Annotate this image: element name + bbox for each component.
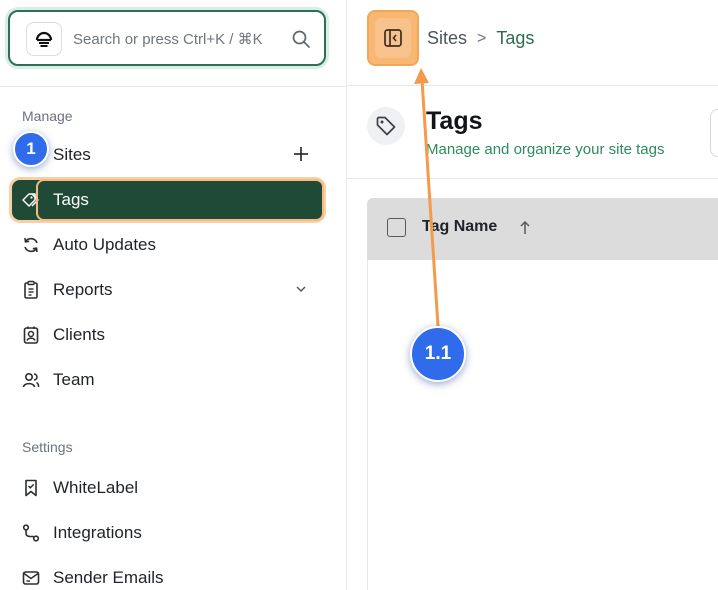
sidebar: Manage Sites Tags (0, 0, 347, 590)
page-title: Tags (426, 107, 483, 135)
sidebar-item-reports[interactable]: Reports (12, 270, 323, 310)
sidebar-item-label: Auto Updates (53, 235, 157, 254)
breadcrumb-separator: > (477, 29, 487, 47)
sidebar-item-integrations[interactable]: Integrations (12, 513, 323, 553)
step-badge-1: 1 (13, 131, 49, 167)
sidebar-item-label: WhiteLabel (53, 478, 139, 497)
step-badge-1-1: 1.1 (410, 326, 466, 382)
breadcrumb-current: Tags (496, 28, 535, 48)
sidebar-item-label: Tags (53, 190, 89, 209)
sidebar-item-label: Team (53, 370, 95, 389)
report-icon (20, 279, 42, 301)
section-label-manage: Manage (22, 108, 73, 124)
logo-icon[interactable] (26, 22, 62, 56)
sidebar-collapse-icon (375, 18, 411, 58)
tag-icon (367, 107, 405, 145)
column-header-tag-name[interactable]: Tag Name (422, 218, 497, 236)
users-icon (20, 369, 42, 391)
main-divider (347, 178, 718, 179)
search-bar[interactable] (8, 10, 326, 66)
sidebar-item-clients[interactable]: Clients (12, 315, 323, 355)
sidebar-item-sites[interactable]: Sites (12, 135, 323, 175)
sidebar-item-label: Reports (53, 280, 113, 299)
sidebar-item-label: Sites (53, 145, 91, 164)
top-bar: Sites > Tags (347, 0, 718, 86)
table-body (367, 260, 718, 590)
bookmark-icon (20, 477, 42, 499)
page-subtitle: Manage and organize your site tags (426, 141, 665, 158)
header-action-button[interactable] (710, 109, 718, 157)
refresh-icon (20, 234, 42, 256)
search-icon[interactable] (290, 28, 312, 50)
arrow-up-icon[interactable] (517, 219, 533, 237)
sidebar-item-whitelabel[interactable]: WhiteLabel (12, 468, 323, 508)
main-content: Tags Manage and organize your site tags … (347, 87, 718, 590)
search-input[interactable] (73, 26, 283, 52)
breadcrumb-sites-link[interactable]: Sites (427, 28, 467, 49)
sidebar-item-team[interactable]: Team (12, 360, 323, 400)
table-header: Tag Name (367, 198, 718, 260)
tags-icon (20, 189, 42, 211)
plus-icon[interactable] (291, 144, 311, 164)
section-label-settings: Settings (22, 439, 73, 455)
mail-icon (20, 567, 42, 589)
route-icon (20, 522, 42, 544)
sidebar-item-label: Clients (53, 325, 105, 344)
contact-icon (20, 324, 42, 346)
sidebar-item-tags[interactable]: Tags (12, 180, 323, 220)
sidebar-item-label: Sender Emails (53, 568, 164, 587)
breadcrumb: Sites > Tags (427, 28, 534, 49)
sidebar-item-sender-emails[interactable]: Sender Emails (12, 558, 323, 590)
sidebar-toggle-button[interactable] (367, 10, 419, 66)
sidebar-divider (0, 86, 347, 87)
chevron-down-icon[interactable] (291, 279, 311, 299)
sidebar-item-label: Integrations (53, 523, 142, 542)
select-all-checkbox[interactable] (387, 218, 406, 237)
sidebar-item-auto-updates[interactable]: Auto Updates (12, 225, 323, 265)
